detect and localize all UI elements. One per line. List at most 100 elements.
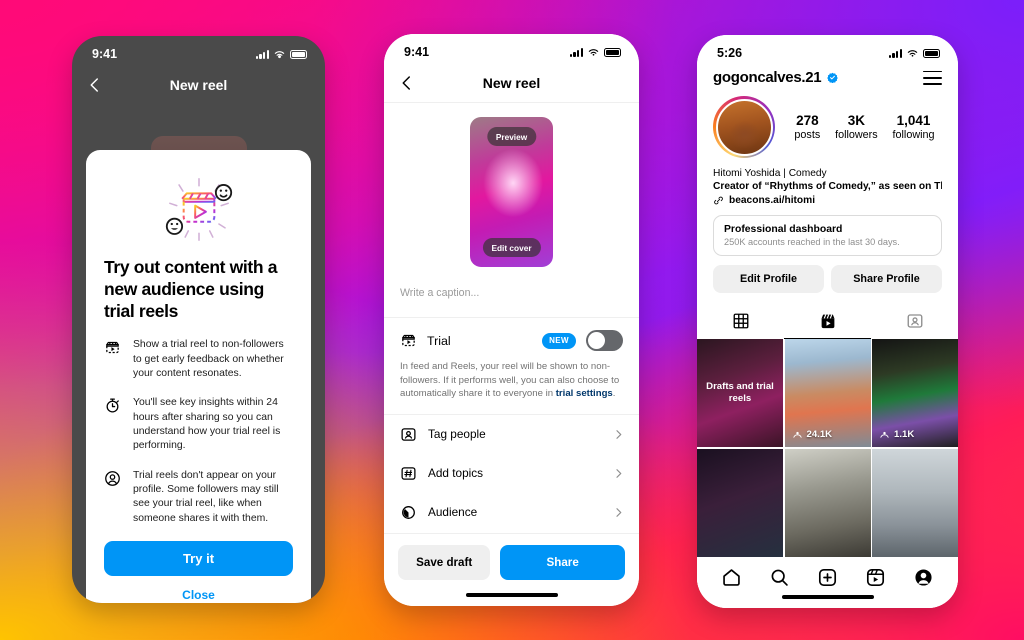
back-button[interactable]: [86, 76, 104, 94]
phone-profile: 5:26 gogoncalves.21 278 posts 3K followe…: [697, 35, 958, 608]
person-circle-icon: [105, 470, 120, 486]
back-button[interactable]: [398, 74, 416, 92]
grid-cell[interactable]: [697, 448, 783, 557]
status-time: 5:26: [717, 46, 743, 60]
try-it-button[interactable]: Try it: [104, 541, 293, 577]
option-label: Add topics: [428, 466, 484, 481]
grid-cell[interactable]: [784, 448, 871, 557]
trial-toggle[interactable]: [586, 330, 623, 351]
stat-followers[interactable]: 3K followers: [835, 113, 878, 141]
bio-link-row[interactable]: beacons.ai/hitomi: [713, 195, 942, 206]
stopwatch-icon: [106, 398, 119, 413]
trial-settings-link[interactable]: trial settings: [556, 388, 613, 399]
share-button[interactable]: Share: [500, 545, 625, 580]
phone1-screen: 9:41 New reel Try out content with a new…: [72, 36, 325, 603]
feature-text: Show a trial reel to non-followers to ge…: [133, 339, 284, 379]
stat-posts[interactable]: 278 posts: [794, 113, 820, 141]
option-add-topics[interactable]: Add topics: [384, 454, 639, 493]
feature-text: You'll see key insights within 24 hours …: [133, 397, 281, 452]
status-bar: 9:41: [72, 36, 325, 66]
professional-dashboard-card[interactable]: Professional dashboard 250K accounts rea…: [713, 215, 942, 256]
battery-icon: [923, 48, 940, 58]
nav-create[interactable]: [817, 567, 838, 588]
option-audience[interactable]: Audience: [384, 493, 639, 532]
page-title: New reel: [169, 77, 228, 93]
preview-pill[interactable]: Preview: [486, 127, 537, 146]
grid-cell[interactable]: [872, 448, 958, 557]
grid-cell-drafts[interactable]: Drafts and trial reels: [697, 339, 783, 448]
option-tag-people[interactable]: Tag people: [384, 415, 639, 454]
nav-reels[interactable]: [865, 567, 886, 588]
composer-options: Tag people Add topics Audience: [384, 413, 639, 532]
trial-section: Trial NEW In feed and Reels, your reel w…: [384, 318, 639, 414]
grid-cell[interactable]: 1.1K: [872, 339, 958, 448]
profile-stats-row: 278 posts 3K followers 1,041 following: [697, 94, 958, 158]
wifi-icon: [588, 49, 599, 56]
battery-icon: [290, 49, 307, 59]
save-draft-button[interactable]: Save draft: [398, 545, 491, 580]
status-time: 9:41: [92, 47, 118, 61]
audience-icon: [402, 505, 415, 519]
hashtag-icon: [401, 467, 416, 480]
share-profile-button[interactable]: Share Profile: [831, 265, 942, 293]
view-count: 1.1K: [879, 429, 914, 440]
wifi-icon: [274, 51, 285, 59]
status-icons: [255, 49, 307, 59]
reels-icon: [867, 568, 885, 587]
home-indicator: [465, 592, 558, 597]
trial-reel-illustration: [104, 170, 293, 252]
status-icons: [888, 48, 940, 58]
screenshot-canvas: 9:41 New reel Try out content with a new…: [0, 0, 1024, 640]
play-count-icon: [792, 432, 802, 438]
edit-profile-button[interactable]: Edit Profile: [713, 265, 824, 293]
close-button[interactable]: Close: [104, 576, 293, 603]
edit-cover-pill[interactable]: Edit cover: [482, 238, 541, 257]
avatar[interactable]: [713, 96, 775, 158]
cellular-signal-icon: [255, 49, 269, 59]
trial-row: Trial NEW: [400, 330, 623, 351]
nav-bar: New reel: [72, 66, 325, 104]
phone2-screen: 9:41 New reel Preview Edit cover Write a…: [384, 34, 639, 606]
caption-input[interactable]: Write a caption...: [384, 277, 639, 317]
toggle-knob: [588, 332, 605, 349]
battery-icon: [604, 47, 621, 57]
grid-cell-overlay-label: Drafts and trial reels: [706, 380, 774, 405]
profile-tabs: [697, 304, 958, 339]
link-icon: [714, 196, 723, 205]
stats-grid: 278 posts 3K followers 1,041 following: [787, 113, 942, 141]
feature-item: Trial reels don't appear on your profile…: [104, 469, 293, 526]
profile-username[interactable]: gogoncalves.21: [713, 69, 822, 86]
verified-badge-icon: [827, 72, 839, 83]
phone3-screen: 5:26 gogoncalves.21 278 posts 3K followe…: [697, 35, 958, 608]
tab-reels[interactable]: [784, 304, 871, 339]
trial-description-end: .: [612, 388, 616, 400]
grid-cell[interactable]: 24.1K: [784, 339, 871, 448]
tab-grid[interactable]: [697, 304, 784, 339]
view-count-value: 1.1K: [894, 429, 915, 441]
stat-following[interactable]: 1,041 following: [893, 113, 935, 141]
reel-cover-thumbnail[interactable]: Preview Edit cover: [470, 117, 553, 267]
stat-label: followers: [835, 129, 878, 141]
option-label: Tag people: [428, 427, 486, 442]
stat-value: 3K: [847, 113, 866, 128]
bottom-navigation: [697, 557, 958, 608]
tab-tagged[interactable]: [871, 304, 958, 339]
bio-name: Hitomi Yoshida | Comedy: [713, 168, 827, 179]
chevron-right-icon: [616, 429, 622, 439]
avatar-image: [715, 98, 773, 156]
dialog-title: Try out content with a new audience usin…: [104, 257, 278, 322]
nav-profile[interactable]: [913, 567, 934, 588]
profile-media-grid: Drafts and trial reels 24.1K 1.1K: [697, 339, 958, 557]
bio-link[interactable]: beacons.ai/hitomi: [729, 195, 815, 206]
stat-label: posts: [794, 129, 821, 141]
phone-trial-reels-intro: 9:41 New reel Try out content with a new…: [72, 36, 325, 603]
home-icon: [722, 569, 740, 586]
home-indicator: [781, 594, 874, 599]
dashboard-title: Professional dashboard: [724, 224, 843, 235]
search-icon: [771, 569, 788, 586]
hamburger-menu-icon[interactable]: [923, 70, 942, 85]
phone-new-reel-composer: 9:41 New reel Preview Edit cover Write a…: [384, 34, 639, 606]
nav-search[interactable]: [769, 567, 790, 588]
nav-home[interactable]: [721, 567, 742, 588]
feature-text: Trial reels don't appear on your profile…: [133, 469, 279, 524]
